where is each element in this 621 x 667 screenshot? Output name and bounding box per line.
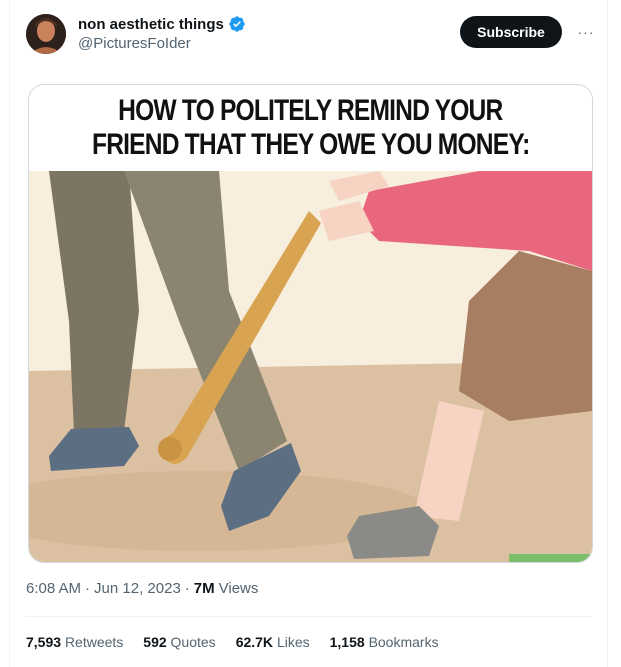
quotes-stat[interactable]: 592 Quotes bbox=[143, 634, 215, 650]
engagement-stats: 7,593 Retweets 592 Quotes 62.7K Likes 1,… bbox=[26, 634, 439, 650]
tweet-date[interactable]: Jun 12, 2023 bbox=[94, 580, 181, 597]
meme-illustration bbox=[29, 171, 592, 562]
meta-separator: · bbox=[184, 580, 190, 597]
tweet-meta: 6:08 AM · Jun 12, 2023 · 7M Views bbox=[26, 580, 258, 597]
tweet-header: non aesthetic things @PicturesFoIder Sub… bbox=[26, 14, 596, 54]
meta-separator: · bbox=[85, 580, 91, 597]
views-count: 7M bbox=[193, 580, 215, 597]
tweet-media[interactable]: HOW TO POLITELY REMIND YOUR FRIEND THAT … bbox=[28, 84, 593, 563]
likes-stat[interactable]: 62.7K Likes bbox=[236, 634, 310, 650]
retweets-stat[interactable]: 7,593 Retweets bbox=[26, 634, 123, 650]
name-row: non aesthetic things bbox=[78, 15, 246, 33]
meme-caption-line-2: FRIEND THAT THEY OWE YOU MONEY: bbox=[91, 128, 530, 161]
avatar[interactable] bbox=[26, 14, 66, 54]
more-options-icon[interactable]: ··· bbox=[574, 20, 598, 44]
user-handle[interactable]: @PicturesFoIder bbox=[78, 35, 191, 52]
bookmarks-stat[interactable]: 1,158 Bookmarks bbox=[330, 634, 439, 650]
divider bbox=[26, 616, 592, 617]
meme-caption-line-1: HOW TO POLITELY REMIND YOUR bbox=[118, 94, 503, 127]
verified-badge-icon bbox=[229, 16, 245, 32]
display-name[interactable]: non aesthetic things bbox=[78, 16, 224, 33]
tweet-time[interactable]: 6:08 AM bbox=[26, 580, 81, 597]
views-label: Views bbox=[218, 580, 259, 597]
meme-caption: HOW TO POLITELY REMIND YOUR FRIEND THAT … bbox=[29, 85, 592, 171]
subscribe-button[interactable]: Subscribe bbox=[460, 16, 562, 48]
